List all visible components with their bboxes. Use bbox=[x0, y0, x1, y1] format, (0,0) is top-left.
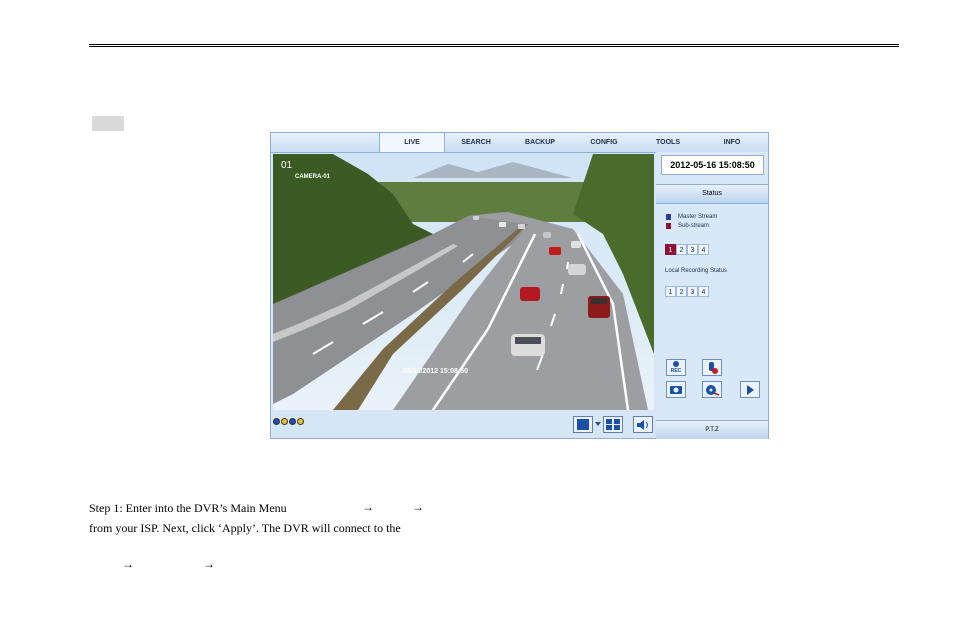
camera-icon bbox=[670, 386, 682, 394]
master-stream-swatch bbox=[666, 214, 671, 220]
datetime-display: 2012-05-16 15:08:50 bbox=[661, 155, 764, 175]
video-toolbar bbox=[271, 411, 655, 438]
status-panel: 2012-05-16 15:08:50 Status Master Stream… bbox=[656, 152, 768, 439]
arrow-icon: → bbox=[412, 500, 424, 514]
arrow-icon: → bbox=[203, 557, 215, 571]
header-rule bbox=[89, 44, 899, 47]
quad-screen-icon bbox=[606, 419, 620, 430]
record-button[interactable]: REC bbox=[666, 359, 686, 376]
tab-backup[interactable]: BACKUP bbox=[508, 133, 572, 152]
camera-name-overlay: CAMERA-01 bbox=[295, 174, 331, 180]
record-stop-button[interactable] bbox=[702, 359, 722, 376]
live-channel-2[interactable]: 2 bbox=[676, 244, 687, 255]
tab-info[interactable]: INFO bbox=[700, 133, 764, 152]
record-dot-icon bbox=[673, 361, 679, 367]
live-channel-3[interactable]: 3 bbox=[687, 244, 698, 255]
play-icon bbox=[747, 385, 754, 395]
record-channel-1[interactable]: 1 bbox=[665, 286, 676, 297]
single-screen-icon bbox=[577, 419, 589, 430]
sub-stream-label: Sub-stream bbox=[678, 223, 710, 229]
live-channel-4[interactable]: 4 bbox=[698, 244, 709, 255]
channel-number: 01 bbox=[281, 160, 293, 171]
live-channel-1[interactable]: 1 bbox=[665, 244, 676, 255]
record-stop-icon bbox=[709, 362, 718, 374]
speaker-icon bbox=[637, 420, 648, 430]
play-button[interactable] bbox=[740, 381, 760, 398]
status-dot-4 bbox=[297, 418, 304, 425]
timestamp-overlay: 05/16/2012 15:08:50 bbox=[403, 368, 468, 375]
status-dot-2 bbox=[281, 418, 288, 425]
arrow-icon: → bbox=[122, 557, 134, 571]
master-stream-label: Master Stream bbox=[678, 214, 718, 220]
record-channel-2[interactable]: 2 bbox=[676, 286, 687, 297]
film-reel-icon bbox=[706, 385, 720, 396]
snapshot-button[interactable] bbox=[666, 381, 686, 398]
dropdown-arrow-icon[interactable] bbox=[595, 422, 601, 426]
status-dot-1 bbox=[273, 418, 280, 425]
quad-view-button[interactable] bbox=[603, 416, 623, 433]
tab-live[interactable]: LIVE bbox=[379, 133, 445, 152]
sub-stream-swatch bbox=[666, 223, 671, 229]
arrow-icon: → bbox=[362, 500, 374, 514]
single-view-button[interactable] bbox=[573, 416, 593, 433]
tab-search[interactable]: SEARCH bbox=[444, 133, 508, 152]
tab-tools[interactable]: TOOLS bbox=[636, 133, 700, 152]
menu-bar: LIVE SEARCH BACKUP CONFIG TOOLS INFO bbox=[271, 133, 768, 153]
ptz-button[interactable]: P.T.Z bbox=[656, 420, 768, 439]
local-recording-status-label: Local Recording Status bbox=[665, 268, 728, 274]
audio-button[interactable] bbox=[633, 416, 653, 433]
playback-film-button[interactable] bbox=[702, 381, 722, 398]
tab-config[interactable]: CONFIG bbox=[572, 133, 636, 152]
section-marker bbox=[92, 116, 124, 131]
status-dot-3 bbox=[289, 418, 296, 425]
step1-line1: Step 1: Enter into the DVR’s Main Menu bbox=[89, 501, 287, 515]
status-header: Status bbox=[656, 184, 768, 204]
live-video-feed[interactable]: 01 CAMERA-01 05/16/2012 15:08:50 bbox=[273, 154, 654, 410]
step1-line2: from your ISP. Next, click ‘Apply’. The … bbox=[89, 521, 401, 535]
record-channel-3[interactable]: 3 bbox=[687, 286, 698, 297]
record-channel-4[interactable]: 4 bbox=[698, 286, 709, 297]
record-button-label: REC bbox=[670, 368, 682, 374]
dvr-live-window: LIVE SEARCH BACKUP CONFIG TOOLS INFO 01 … bbox=[270, 132, 769, 439]
